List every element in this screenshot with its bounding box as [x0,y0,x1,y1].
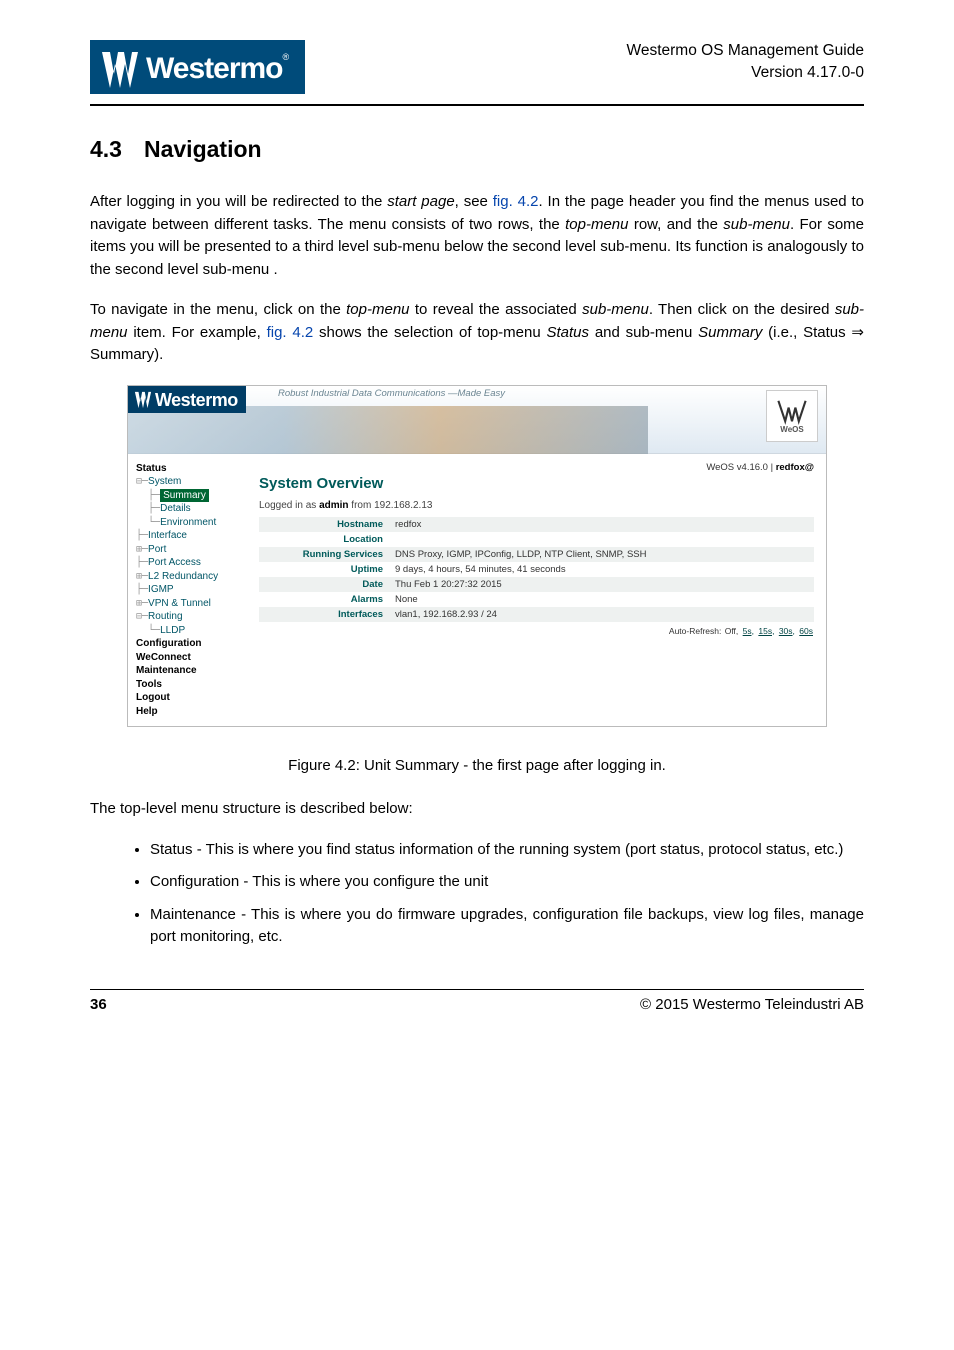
nav-environment[interactable]: Environment [160,517,216,528]
shot-sidebar: Status ⊟─System ├─Summary ├─Details └─En… [128,454,253,727]
nav-details[interactable]: Details [160,503,191,514]
nav-interface[interactable]: Interface [148,530,187,541]
nav-vpn-tunnel[interactable]: VPN & Tunnel [148,598,211,609]
figure-caption: Figure 4.2: Unit Summary - the first pag… [90,757,864,774]
nav-igmp[interactable]: IGMP [148,584,174,595]
brand-logo-text: Westermo [146,52,283,86]
nav-status[interactable]: Status [136,462,249,476]
brand-logo-mark [100,50,140,88]
list-item: Maintenance - This is where you do firmw… [150,904,864,949]
nav-port[interactable]: Port [148,544,166,555]
shot-banner-bg [128,406,648,454]
nav-routing[interactable]: Routing [148,611,182,622]
brand-logo-reg: ® [283,52,290,62]
list-item: Configuration - This is where you config… [150,871,864,894]
nav-lldp[interactable]: LLDP [160,625,185,636]
table-row: Running ServicesDNS Proxy, IGMP, IPConfi… [259,547,814,562]
paragraph-2: To navigate in the menu, click on the to… [90,299,864,367]
shot-overview-table: Hostnameredfox Location Running Services… [259,517,814,622]
nav-port-access[interactable]: Port Access [148,557,201,568]
shot-weos-logo: WeOS [766,390,818,442]
paragraph-1: After logging in you will be redirected … [90,191,864,281]
figure-4-2-screenshot: Westermo Robust Industrial Data Communic… [127,385,827,728]
shot-brand-logo: Westermo [128,386,246,413]
refresh-15s[interactable]: 15s, [758,626,774,636]
refresh-off[interactable]: Off, [725,626,739,636]
fig-4-2-link[interactable]: fig. 4.2 [493,193,539,210]
table-row: Hostnameredfox [259,517,814,532]
brand-logo: Westermo ® [90,40,305,94]
shot-page-title: System Overview [259,475,814,492]
table-row: Location [259,532,814,547]
page-number: 36 [90,996,107,1013]
shot-login-info: Logged in as admin from 192.168.2.13 [259,500,814,511]
table-row: AlarmsNone [259,592,814,607]
nav-weconnect[interactable]: WeConnect [136,651,249,665]
nav-logout[interactable]: Logout [136,691,249,705]
list-item: Status - This is where you find status i… [150,839,864,862]
nav-summary[interactable]: Summary [160,489,209,503]
refresh-5s[interactable]: 5s, [743,626,754,636]
table-row: Uptime9 days, 4 hours, 54 minutes, 41 se… [259,562,814,577]
nav-system[interactable]: System [148,476,181,487]
nav-configuration[interactable]: Configuration [136,637,249,651]
nav-help[interactable]: Help [136,705,249,719]
nav-maintenance[interactable]: Maintenance [136,664,249,678]
section-number: 4.3 [90,136,122,163]
shot-status-line: WeOS v4.16.0 | redfox@ [259,462,814,473]
refresh-30s[interactable]: 30s, [779,626,795,636]
menu-structure-list: Status - This is where you find status i… [90,839,864,949]
table-row: Interfacesvlan1, 192.168.2.93 / 24 [259,607,814,622]
footer-rule [90,989,864,990]
nav-l2-redundancy[interactable]: L2 Redundancy [148,571,218,582]
shot-tagline: Robust Industrial Data Communications —M… [278,388,505,399]
nav-tools[interactable]: Tools [136,678,249,692]
header-rule [90,104,864,106]
refresh-60s[interactable]: 60s [799,626,813,636]
doc-title: Westermo OS Management Guide [627,40,865,62]
doc-version: Version 4.17.0-0 [627,62,865,84]
footer-copyright: © 2015 Westermo Teleindustri AB [640,996,864,1013]
fig-4-2-link-2[interactable]: fig. 4.2 [267,324,314,341]
section-title: Navigation [144,136,262,163]
table-row: DateThu Feb 1 20:27:32 2015 [259,577,814,592]
shot-auto-refresh: Auto-Refresh: Off, 5s, 15s, 30s, 60s [259,626,814,636]
list-intro: The top-level menu structure is describe… [90,798,864,821]
